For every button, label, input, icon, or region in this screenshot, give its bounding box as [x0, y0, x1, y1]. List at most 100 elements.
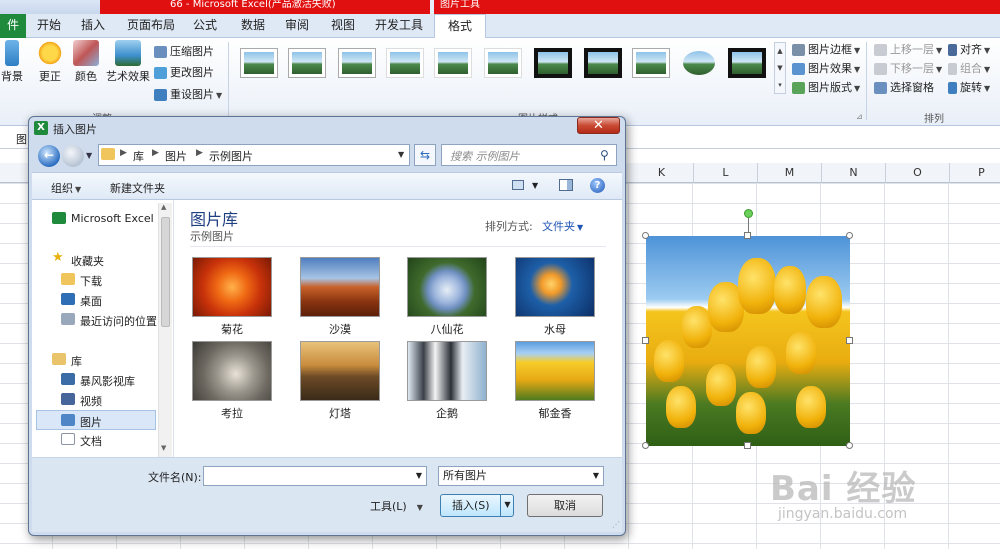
- column-header-p[interactable]: P: [950, 163, 1000, 183]
- column-header-m[interactable]: M: [758, 163, 822, 183]
- picture-style-11[interactable]: [728, 48, 766, 78]
- file-name-koala[interactable]: 考拉: [192, 405, 272, 421]
- chevron-down-icon[interactable]: ▼: [416, 471, 422, 480]
- tab-home[interactable]: 开始: [36, 14, 62, 38]
- nav-item-documents[interactable]: 文档: [80, 433, 102, 449]
- picture-style-6[interactable]: [484, 48, 522, 78]
- file-name-chrysanthemum[interactable]: 菊花: [192, 321, 272, 337]
- help-icon[interactable]: ?: [590, 178, 605, 193]
- nav-item-desktop[interactable]: 桌面: [80, 293, 102, 309]
- tab-data[interactable]: 数据: [240, 14, 266, 38]
- new-folder-button[interactable]: 新建文件夹: [110, 180, 165, 196]
- resize-handle-top-right[interactable]: [846, 232, 853, 239]
- selection-pane-button[interactable]: 选择窗格: [874, 78, 934, 98]
- dialog-launcher-icon[interactable]: ⊿: [856, 112, 863, 121]
- column-header-l[interactable]: L: [694, 163, 758, 183]
- file-name-tulips[interactable]: 郁金香: [515, 405, 595, 421]
- scroll-down-icon[interactable]: ▼: [161, 444, 166, 452]
- align-button[interactable]: 对齐 ▼: [948, 40, 990, 60]
- column-header-o[interactable]: O: [886, 163, 950, 183]
- picture-style-1[interactable]: [240, 48, 278, 78]
- resize-handle-bottom-right[interactable]: [846, 442, 853, 449]
- tab-page-layout[interactable]: 页面布局: [126, 14, 176, 38]
- color-button[interactable]: 颜色: [66, 40, 106, 84]
- nav-item-pictures[interactable]: 图片: [80, 414, 102, 430]
- back-arrow-icon[interactable]: ←: [38, 145, 60, 167]
- quick-access-toolbar[interactable]: [0, 0, 100, 14]
- resize-grip-icon[interactable]: ⋰: [612, 520, 620, 529]
- column-header-k[interactable]: K: [630, 163, 694, 183]
- bring-forward-button[interactable]: 上移一层 ▼: [874, 40, 942, 60]
- nav-item-recent[interactable]: 最近访问的位置: [80, 313, 157, 329]
- scrollbar-thumb[interactable]: [161, 217, 170, 327]
- file-name-jellyfish[interactable]: 水母: [515, 321, 595, 337]
- picture-style-7[interactable]: [534, 48, 572, 78]
- gallery-scroll[interactable]: ▲ ▼ ▾: [774, 42, 786, 94]
- nav-item-videos[interactable]: 视频: [80, 393, 102, 409]
- breadcrumb-pictures[interactable]: 图片: [165, 148, 187, 164]
- resize-handle-top-left[interactable]: [642, 232, 649, 239]
- tools-button[interactable]: 工具(L) ▼: [370, 498, 423, 514]
- picture-style-8[interactable]: [584, 48, 622, 78]
- resize-handle-bottom-left[interactable]: [642, 442, 649, 449]
- reset-picture-button[interactable]: 重设图片 ▼: [154, 85, 222, 105]
- breadcrumb-sample-pictures[interactable]: 示例图片: [209, 148, 253, 164]
- thumbnail-koala[interactable]: [192, 341, 272, 401]
- tab-developer[interactable]: 开发工具: [374, 14, 424, 38]
- picture-style-10[interactable]: [680, 48, 718, 78]
- cancel-button[interactable]: 取消: [527, 494, 603, 517]
- resize-handle-right[interactable]: [846, 337, 853, 344]
- file-name-penguins[interactable]: 企鹅: [407, 405, 487, 421]
- picture-layout-button[interactable]: 图片版式 ▼: [792, 78, 860, 98]
- address-dropdown-icon[interactable]: ▼: [398, 150, 404, 159]
- organize-button[interactable]: 组织 ▼: [51, 180, 81, 196]
- tab-review[interactable]: 审阅: [284, 14, 310, 38]
- resize-handle-bottom[interactable]: [744, 442, 751, 449]
- group-button[interactable]: 组合 ▼: [948, 59, 990, 79]
- rotate-button[interactable]: 旋转 ▼: [948, 78, 990, 98]
- thumbnail-chrysanthemum[interactable]: [192, 257, 272, 317]
- tab-file[interactable]: 件: [0, 14, 26, 38]
- tab-insert[interactable]: 插入: [80, 14, 106, 38]
- thumbnail-hydrangeas[interactable]: [407, 257, 487, 317]
- thumbnail-tulips[interactable]: [515, 341, 595, 401]
- nav-item-downloads[interactable]: 下载: [80, 273, 102, 289]
- picture-style-4[interactable]: [386, 48, 424, 78]
- recent-locations-chevron-icon[interactable]: ▼: [86, 151, 92, 160]
- breadcrumb-libraries[interactable]: 库: [133, 148, 144, 164]
- picture-style-9[interactable]: [632, 48, 670, 78]
- corrections-button[interactable]: 更正: [30, 40, 70, 84]
- compress-pictures-button[interactable]: 压缩图片: [154, 42, 214, 62]
- picture-style-5[interactable]: [434, 48, 472, 78]
- resize-handle-left[interactable]: [642, 337, 649, 344]
- inserted-picture-tulips[interactable]: [646, 236, 850, 446]
- thumbnail-jellyfish[interactable]: [515, 257, 595, 317]
- resize-handle-top[interactable]: [744, 232, 751, 239]
- nav-item-storm-video[interactable]: 暴风影视库: [80, 373, 135, 389]
- file-name-lighthouse[interactable]: 灯塔: [300, 405, 380, 421]
- sort-dropdown[interactable]: 文件夹 ▼: [542, 218, 583, 234]
- thumbnail-penguins[interactable]: [407, 341, 487, 401]
- scroll-up-icon[interactable]: ▲: [161, 203, 166, 211]
- tab-format[interactable]: 格式: [434, 14, 486, 39]
- rotation-handle[interactable]: [744, 209, 753, 218]
- forward-arrow-icon[interactable]: [62, 145, 84, 167]
- file-name-input[interactable]: ▼: [203, 466, 427, 486]
- artistic-effects-button[interactable]: 艺术效果: [104, 40, 152, 84]
- tab-view[interactable]: 视图: [330, 14, 356, 38]
- nav-item-favorites[interactable]: 收藏夹: [71, 253, 104, 269]
- address-bar[interactable]: [98, 144, 410, 166]
- picture-style-2[interactable]: [288, 48, 326, 78]
- name-box[interactable]: 图: [16, 131, 27, 147]
- navigation-scrollbar[interactable]: ▲ ▼: [158, 203, 172, 457]
- picture-border-button[interactable]: 图片边框 ▼: [792, 40, 860, 60]
- view-options-icon[interactable]: [512, 180, 524, 190]
- nav-item-microsoft-excel[interactable]: Microsoft Excel: [71, 212, 154, 225]
- file-name-hydrangeas[interactable]: 八仙花: [407, 321, 487, 337]
- change-picture-button[interactable]: 更改图片: [154, 63, 214, 83]
- column-header-n[interactable]: N: [822, 163, 886, 183]
- thumbnail-desert[interactable]: [300, 257, 380, 317]
- refresh-icon[interactable]: ⇆: [414, 144, 436, 166]
- tab-formulas[interactable]: 公式: [192, 14, 218, 38]
- insert-dropdown-chevron-icon[interactable]: ▼: [500, 494, 514, 517]
